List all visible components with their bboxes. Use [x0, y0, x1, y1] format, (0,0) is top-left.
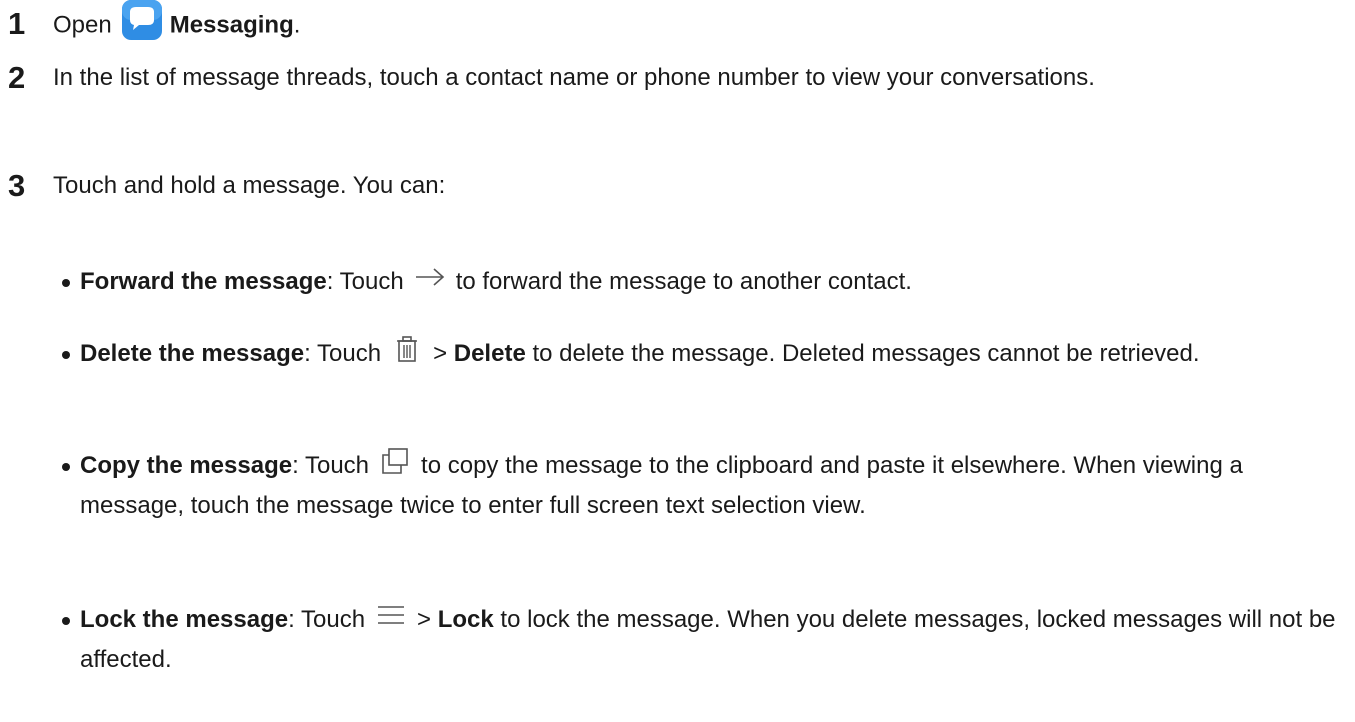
- bullet-text: Forward the message: Touch to forward th…: [80, 262, 1350, 302]
- bullet-sep: : Touch: [288, 606, 366, 633]
- bullet-body: to delete the message. Deleted messages …: [532, 340, 1200, 367]
- step-text: In the list of message threads, touch a …: [53, 64, 1095, 91]
- bullet-sep: : Touch: [326, 268, 404, 295]
- bullet-title: Copy the message: [80, 452, 293, 479]
- menu-icon: [378, 605, 405, 624]
- step-text: Touch and hold a message. You can:: [53, 172, 446, 199]
- bullet-title: Delete the message: [80, 340, 305, 367]
- step-text-before: Open: [53, 11, 112, 39]
- step-number: 1: [8, 6, 26, 41]
- bullet-title: Lock the message: [80, 606, 289, 633]
- bullet-dot: [62, 279, 70, 287]
- bullet-sep: : Touch: [292, 452, 370, 479]
- arrow-right-icon: [415, 268, 444, 286]
- messaging-app-name: Messaging: [169, 11, 294, 39]
- bullet-action: Delete: [453, 340, 526, 367]
- copy-icon: [382, 447, 408, 474]
- bullet-body: to forward the message to another contac…: [455, 268, 912, 295]
- instruction-document: 1 Open Messaging. 2 In the list of messa…: [0, 0, 1355, 722]
- bullet-title: Forward the message: [80, 268, 327, 295]
- step-text: Open Messaging.: [53, 0, 1343, 48]
- bullet-dot: [62, 617, 70, 625]
- bullet-text: Copy the message: Touch to copy the mess…: [80, 446, 1350, 526]
- bullet-mid: >: [433, 340, 448, 367]
- bullet-dot: [62, 463, 70, 471]
- bullet-dot: [62, 351, 70, 359]
- step-number: 2: [8, 60, 26, 95]
- bullet-action: Lock: [437, 606, 494, 633]
- bullet-sep: : Touch: [304, 340, 382, 367]
- trash-icon: [397, 335, 418, 362]
- step-number: 3: [8, 168, 26, 203]
- bullet-mid: >: [417, 606, 432, 633]
- bullet-text: Delete the message: Touch > Delete to de…: [80, 334, 1350, 374]
- step-text-after: .: [293, 11, 301, 39]
- messaging-app-icon: [121, 0, 162, 40]
- bullet-text: Lock the message: Touch > Lock to lock t…: [80, 600, 1350, 680]
